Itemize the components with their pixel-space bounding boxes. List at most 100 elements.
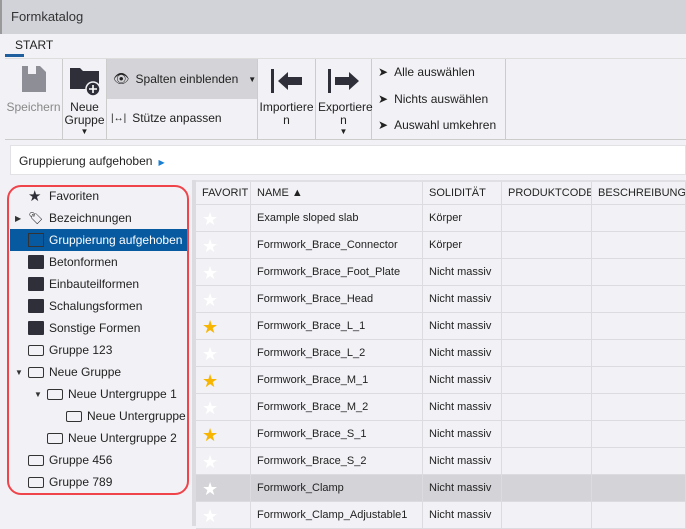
table-row[interactable]: ★ Formwork_Brace_S_2 Nicht massiv xyxy=(196,448,686,475)
table-row[interactable]: ★ Formwork_Brace_Foot_Plate Nicht massiv xyxy=(196,259,686,286)
favorite-star-empty-icon[interactable]: ★ xyxy=(196,394,251,421)
description-cell xyxy=(592,286,686,313)
name-cell: Formwork_Clamp_Adjustable1 xyxy=(251,502,423,529)
invert-selection-button[interactable]: ➤ Auswahl umkehren xyxy=(378,118,496,132)
product-code-cell xyxy=(502,367,592,394)
favorite-star-empty-icon[interactable]: ★ xyxy=(196,475,251,502)
cursor-icon: ➤ xyxy=(378,65,389,79)
favorite-star-empty-icon[interactable]: ★ xyxy=(196,448,251,475)
name-cell: Formwork_Brace_Head xyxy=(251,286,423,313)
fit-columns-button[interactable]: |↔| Stütze anpassen xyxy=(111,111,222,125)
save-button[interactable]: Speichern xyxy=(5,59,63,140)
description-cell xyxy=(592,394,686,421)
table-row[interactable]: ★ Formwork_Brace_M_2 Nicht massiv xyxy=(196,394,686,421)
description-cell xyxy=(592,340,686,367)
breadcrumb-chevron-icon[interactable]: ▶ xyxy=(158,158,164,167)
favorite-star-empty-icon[interactable]: ★ xyxy=(196,502,251,529)
table-row[interactable]: ★ Example sloped slab Körper xyxy=(196,205,686,232)
column-header[interactable]: SOLIDITÄT xyxy=(423,182,502,205)
product-code-cell xyxy=(502,313,592,340)
new-group-label: Neue Gruppe xyxy=(64,100,105,127)
column-header[interactable]: NAME ▲ xyxy=(251,182,423,205)
solidity-cell: Nicht massiv xyxy=(423,259,502,286)
ribbon: Speichern Neue Gruppe ▼ 👁 Spalten einble… xyxy=(5,58,686,140)
solidity-cell: Nicht massiv xyxy=(423,502,502,529)
product-code-cell xyxy=(502,394,592,421)
description-cell xyxy=(592,259,686,286)
column-header[interactable]: PRODUKTCODE xyxy=(502,182,592,205)
shapes-table: FAVORIT NAME ▲ SOLIDITÄT PRODUKTCODE BESCHRE… xyxy=(196,180,686,529)
table-row[interactable]: ★ Formwork_Clamp Nicht massiv xyxy=(196,475,686,502)
new-group-button[interactable]: Neue Gruppe ▼ xyxy=(63,59,107,140)
eye-icon: 👁 xyxy=(113,71,130,86)
favorite-star-empty-icon[interactable]: ★ xyxy=(196,205,251,232)
name-cell: Formwork_Brace_Connector xyxy=(251,232,423,259)
product-code-cell xyxy=(502,259,592,286)
highlight-outline xyxy=(7,185,189,495)
name-cell: Formwork_Brace_L_1 xyxy=(251,313,423,340)
table-row[interactable]: ★ Formwork_Brace_Connector Körper xyxy=(196,232,686,259)
solidity-cell: Körper xyxy=(423,205,502,232)
product-code-cell xyxy=(502,421,592,448)
table-row[interactable]: ★ Formwork_Brace_L_1 Nicht massiv xyxy=(196,313,686,340)
product-code-cell xyxy=(502,205,592,232)
favorite-star-empty-icon[interactable]: ★ xyxy=(196,340,251,367)
solidity-cell: Nicht massiv xyxy=(423,394,502,421)
solidity-cell: Körper xyxy=(423,232,502,259)
favorite-star-filled-icon[interactable]: ★ xyxy=(196,421,251,448)
name-cell: Formwork_Brace_S_1 xyxy=(251,421,423,448)
description-cell xyxy=(592,502,686,529)
solidity-cell: Nicht massiv xyxy=(423,475,502,502)
columns-group: 👁 Spalten einblenden ▼ |↔| Stütze anpass… xyxy=(107,59,258,140)
favorite-star-empty-icon[interactable]: ★ xyxy=(196,232,251,259)
solidity-cell: Nicht massiv xyxy=(423,286,502,313)
solidity-cell: Nicht massiv xyxy=(423,367,502,394)
export-icon xyxy=(328,69,359,93)
import-icon xyxy=(271,69,302,93)
solidity-cell: Nicht massiv xyxy=(423,313,502,340)
solidity-cell: Nicht massiv xyxy=(423,421,502,448)
name-cell: Example sloped slab xyxy=(251,205,423,232)
table-row[interactable]: ★ Formwork_Brace_S_1 Nicht massiv xyxy=(196,421,686,448)
name-cell: Formwork_Brace_S_2 xyxy=(251,448,423,475)
dropdown-arrow-icon: ▼ xyxy=(339,127,348,136)
breadcrumb: Gruppierung aufgehoben ▶ xyxy=(10,145,686,175)
dropdown-arrow-icon: ▼ xyxy=(80,127,89,136)
column-header[interactable]: FAVORIT xyxy=(196,182,251,205)
selection-group: ➤ Alle auswählen ➤ Nichts auswählen ➤ Auswa… xyxy=(372,59,506,140)
favorite-star-filled-icon[interactable]: ★ xyxy=(196,367,251,394)
product-code-cell xyxy=(502,448,592,475)
product-code-cell xyxy=(502,340,592,367)
favorite-star-empty-icon[interactable]: ★ xyxy=(196,286,251,313)
table-row[interactable]: ★ Formwork_Brace_M_1 Nicht massiv xyxy=(196,367,686,394)
product-code-cell xyxy=(502,502,592,529)
tab-start[interactable]: START xyxy=(15,38,53,52)
name-cell: Formwork_Brace_Foot_Plate xyxy=(251,259,423,286)
save-icon xyxy=(22,66,46,92)
select-none-button[interactable]: ➤ Nichts auswählen xyxy=(378,92,488,106)
description-cell xyxy=(592,313,686,340)
export-button[interactable]: Exportiere n ▼ xyxy=(316,59,373,140)
select-all-button[interactable]: ➤ Alle auswählen xyxy=(378,65,475,79)
ribbon-tabs: START xyxy=(5,34,686,59)
solidity-cell: Nicht massiv xyxy=(423,340,502,367)
favorite-star-empty-icon[interactable]: ★ xyxy=(196,259,251,286)
tab-active-indicator xyxy=(5,54,24,57)
table-row[interactable]: ★ Formwork_Brace_Head Nicht massiv xyxy=(196,286,686,313)
name-cell: Formwork_Brace_M_1 xyxy=(251,367,423,394)
import-button[interactable]: Importiere n xyxy=(258,59,316,140)
description-cell xyxy=(592,367,686,394)
breadcrumb-item[interactable]: Gruppierung aufgehoben xyxy=(19,154,152,168)
description-cell xyxy=(592,421,686,448)
table-row[interactable]: ★ Formwork_Clamp_Adjustable1 Nicht massiv xyxy=(196,502,686,529)
window-title: Formkatalog xyxy=(0,0,686,34)
cursor-icon: ➤ xyxy=(378,118,389,132)
column-header[interactable]: BESCHREIBUNG xyxy=(592,182,686,205)
column-width-icon: |↔| xyxy=(111,112,127,124)
favorite-star-filled-icon[interactable]: ★ xyxy=(196,313,251,340)
table-row[interactable]: ★ Formwork_Brace_L_2 Nicht massiv xyxy=(196,340,686,367)
show-columns-button[interactable]: 👁 Spalten einblenden ▼ xyxy=(107,59,257,99)
description-cell xyxy=(592,205,686,232)
product-code-cell xyxy=(502,232,592,259)
cursor-icon: ➤ xyxy=(378,92,389,106)
